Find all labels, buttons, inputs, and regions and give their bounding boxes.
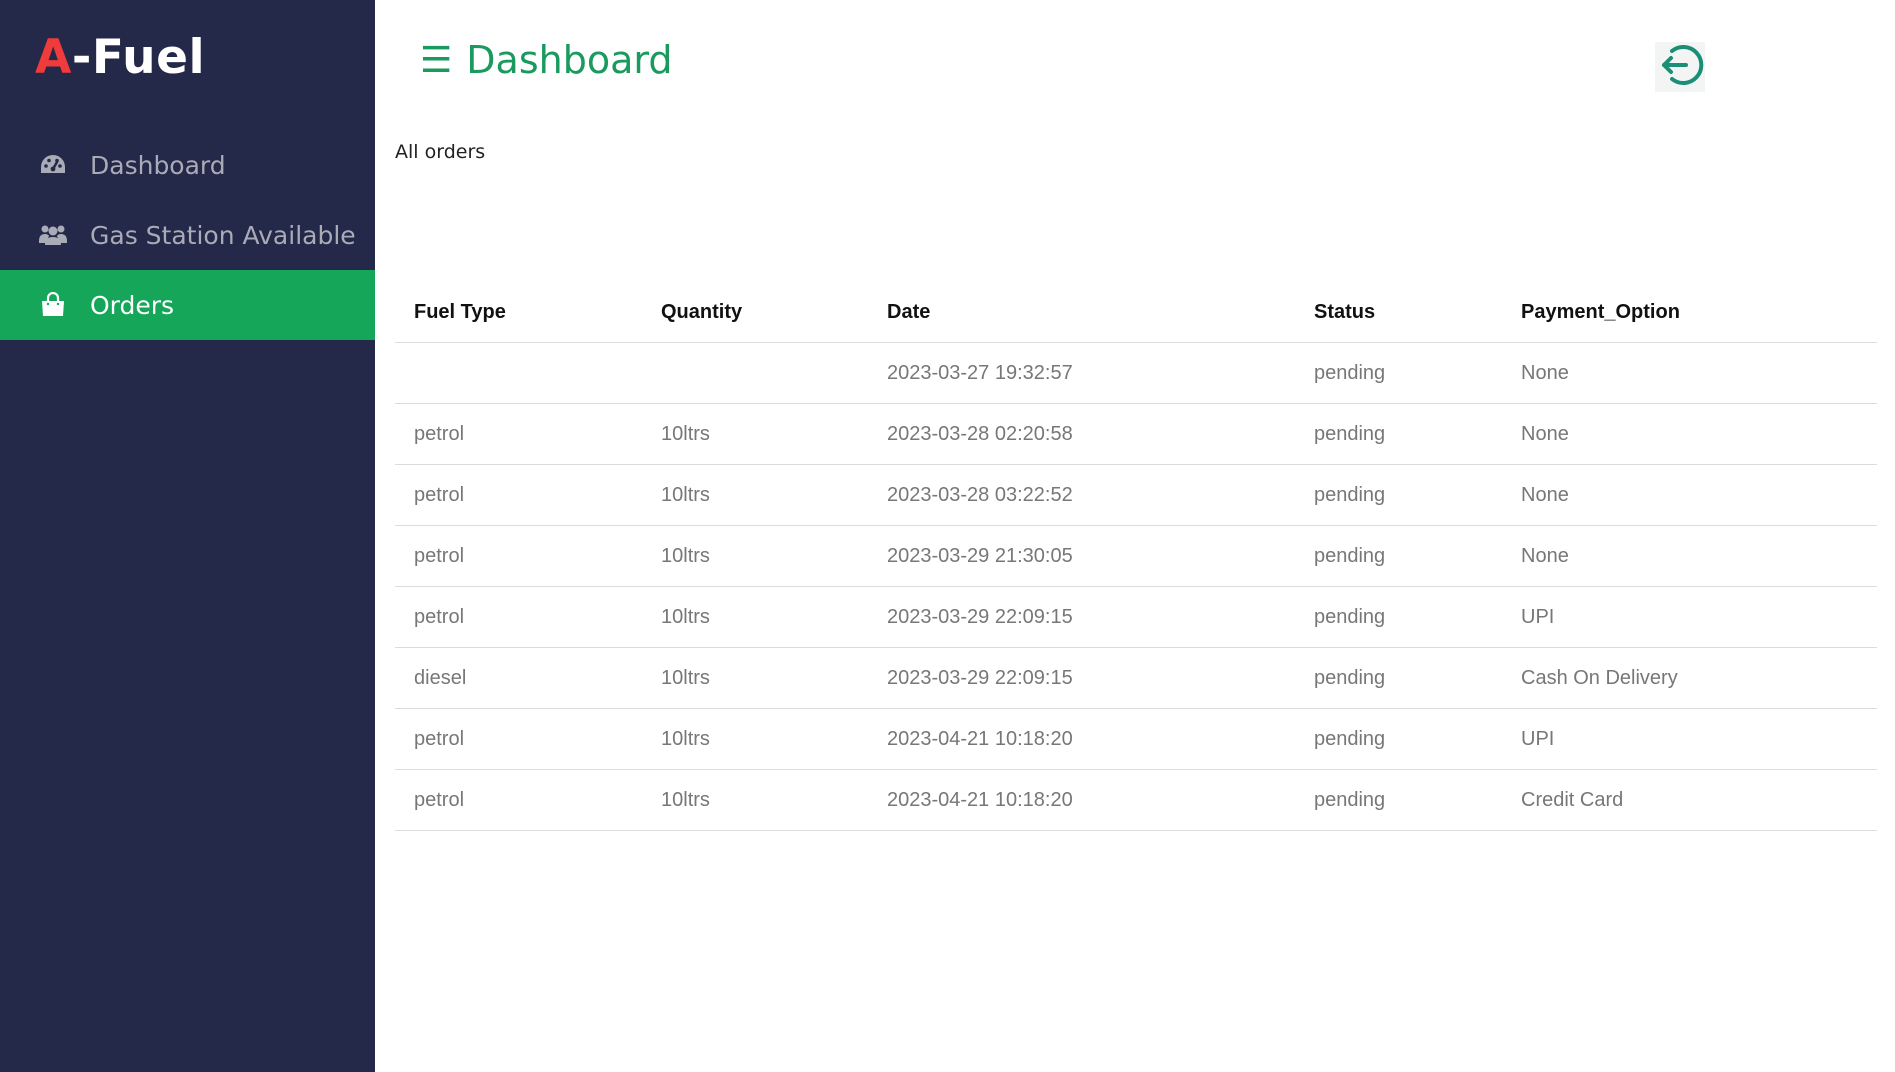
table-row: petrol 10ltrs 2023-03-29 21:30:05 pendin…	[395, 525, 1877, 587]
cell-status: pending	[1295, 586, 1502, 648]
cell-date: 2023-03-29 21:30:05	[868, 525, 1295, 587]
cell-date: 2023-03-28 02:20:58	[868, 403, 1295, 465]
sidebar-item-label: Orders	[90, 290, 175, 320]
cell-payment-option: Credit Card	[1502, 769, 1877, 831]
dashboard-gauge-icon	[38, 150, 68, 180]
cell-quantity: 10ltrs	[642, 647, 868, 709]
cell-quantity	[642, 342, 868, 404]
sidebar-item-orders[interactable]: Orders	[0, 270, 375, 340]
menu-toggle-icon[interactable]: ☰	[420, 40, 452, 81]
cell-date: 2023-03-29 22:09:15	[868, 647, 1295, 709]
cell-date: 2023-03-29 22:09:15	[868, 586, 1295, 648]
users-icon	[38, 220, 68, 250]
column-header-fuel-type: Fuel Type	[395, 282, 642, 343]
cell-quantity: 10ltrs	[642, 525, 868, 587]
cell-date: 2023-04-21 10:18:20	[868, 708, 1295, 770]
cell-fuel-type: diesel	[395, 647, 642, 709]
cell-fuel-type: petrol	[395, 464, 642, 526]
cell-status: pending	[1295, 769, 1502, 831]
cell-quantity: 10ltrs	[642, 586, 868, 648]
cell-date: 2023-03-27 19:32:57	[868, 342, 1295, 404]
cell-fuel-type: petrol	[395, 586, 642, 648]
logout-icon	[1656, 41, 1704, 93]
table-row: 2023-03-27 19:32:57 pending None	[395, 342, 1877, 404]
sidebar-item-label: Dashboard	[90, 150, 226, 180]
cell-payment-option: Cash On Delivery	[1502, 647, 1877, 709]
cell-payment-option: UPI	[1502, 586, 1877, 648]
sidebar-item-label: Gas Station Available	[90, 220, 356, 250]
cell-fuel-type: petrol	[395, 769, 642, 831]
brand-logo[interactable]: A-Fuel	[35, 30, 205, 85]
cell-status: pending	[1295, 464, 1502, 526]
cell-quantity: 10ltrs	[642, 769, 868, 831]
table-row: petrol 10ltrs 2023-03-29 22:09:15 pendin…	[395, 586, 1877, 648]
table-header-row: Fuel Type Quantity Date Status Payment_O…	[395, 282, 1877, 343]
cell-date: 2023-04-21 10:18:20	[868, 769, 1295, 831]
cell-payment-option: None	[1502, 464, 1877, 526]
cell-payment-option: None	[1502, 342, 1877, 404]
column-header-status: Status	[1295, 282, 1502, 343]
cell-quantity: 10ltrs	[642, 464, 868, 526]
brand-prefix: A	[35, 30, 72, 85]
table-row: petrol 10ltrs 2023-03-28 03:22:52 pendin…	[395, 464, 1877, 526]
section-label: All orders	[395, 141, 486, 163]
cell-payment-option: None	[1502, 403, 1877, 465]
cell-status: pending	[1295, 647, 1502, 709]
cell-status: pending	[1295, 403, 1502, 465]
sidebar-item-dashboard[interactable]: Dashboard	[0, 130, 375, 200]
table-row: petrol 10ltrs 2023-04-21 10:18:20 pendin…	[395, 708, 1877, 770]
cell-payment-option: UPI	[1502, 708, 1877, 770]
column-header-payment-option: Payment_Option	[1502, 282, 1877, 343]
sidebar: A-Fuel Dashboard Gas Station Available O…	[0, 0, 375, 1072]
brand-rest: -Fuel	[71, 30, 206, 85]
main-content: ☰ Dashboard All orders Fuel Type Quantit…	[375, 0, 1895, 1072]
sidebar-item-gas-stations[interactable]: Gas Station Available	[0, 200, 375, 270]
cell-status: pending	[1295, 525, 1502, 587]
cell-fuel-type: petrol	[395, 403, 642, 465]
cell-payment-option: None	[1502, 525, 1877, 587]
cell-fuel-type	[395, 342, 642, 404]
cell-status: pending	[1295, 708, 1502, 770]
cell-fuel-type: petrol	[395, 708, 642, 770]
table-row: petrol 10ltrs 2023-03-28 02:20:58 pendin…	[395, 403, 1877, 465]
orders-table: Fuel Type Quantity Date Status Payment_O…	[395, 282, 1877, 831]
cell-fuel-type: petrol	[395, 525, 642, 587]
cell-quantity: 10ltrs	[642, 708, 868, 770]
cell-status: pending	[1295, 342, 1502, 404]
table-row: diesel 10ltrs 2023-03-29 22:09:15 pendin…	[395, 647, 1877, 709]
table-row: petrol 10ltrs 2023-04-21 10:18:20 pendin…	[395, 769, 1877, 831]
cell-quantity: 10ltrs	[642, 403, 868, 465]
sidebar-nav: Dashboard Gas Station Available Orders	[0, 130, 375, 340]
cell-date: 2023-03-28 03:22:52	[868, 464, 1295, 526]
app-root: A-Fuel Dashboard Gas Station Available O…	[0, 0, 1895, 1072]
logout-button[interactable]	[1655, 42, 1705, 92]
header: ☰ Dashboard	[420, 38, 672, 82]
column-header-date: Date	[868, 282, 1295, 343]
page-title: Dashboard	[466, 38, 673, 82]
shopping-bag-icon	[38, 290, 68, 320]
column-header-quantity: Quantity	[642, 282, 868, 343]
